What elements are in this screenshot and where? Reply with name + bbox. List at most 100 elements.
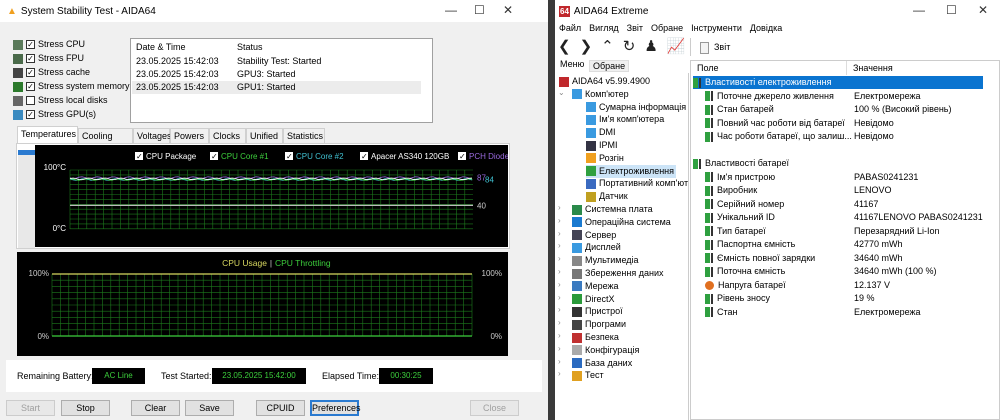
report-button[interactable]: Звіт <box>700 40 730 54</box>
menu-item[interactable]: Обране <box>651 23 683 37</box>
chevron-down-icon[interactable]: ⌄ <box>558 88 565 97</box>
detail-row[interactable]: Стан Електромережа <box>705 306 995 319</box>
stress-option[interactable]: ✓ Stress FPU <box>13 52 84 65</box>
tab-clocks[interactable]: Clocks <box>209 128 246 143</box>
chevron-right-icon[interactable]: › <box>558 369 561 378</box>
detail-row[interactable]: Повний час роботи від батареї Невідомо <box>705 117 995 130</box>
tab-powers[interactable]: Powers <box>170 128 209 143</box>
stress-option[interactable]: ✓ Stress cache <box>13 66 90 79</box>
detail-row[interactable]: Час роботи батареї, що залиш... Невідомо <box>705 130 995 143</box>
tree-item[interactable]: Мультимедіа <box>572 254 639 267</box>
stress-option[interactable]: ✓ Stress system memory <box>13 80 130 93</box>
tree-item[interactable]: Операційна система <box>572 216 671 229</box>
tree-item[interactable]: Тест <box>572 369 604 382</box>
chevron-right-icon[interactable]: › <box>558 344 561 353</box>
chevron-right-icon[interactable]: › <box>558 254 561 263</box>
tree-item[interactable]: Електроживлення <box>586 164 677 178</box>
tab-statistics[interactable]: Statistics <box>283 128 325 143</box>
stress-option[interactable]: Stress local disks <box>13 94 108 107</box>
checkbox[interactable]: ✓ <box>26 110 35 120</box>
chart-icon[interactable]: 📈 <box>667 38 686 56</box>
tree-item[interactable]: Пристрої <box>572 305 623 318</box>
checkbox[interactable]: ✓ <box>26 54 35 64</box>
close-button[interactable]: ✕ <box>978 3 988 17</box>
checkbox[interactable]: ✓ <box>26 40 35 50</box>
tab-cooling-fans[interactable]: Cooling Fans <box>78 128 133 156</box>
chevron-right-icon[interactable]: › <box>558 203 561 212</box>
detail-row[interactable]: Унікальний ID 41167LENOVO PABAS0241231 <box>705 211 995 224</box>
detail-row[interactable]: Паспортна ємність 42770 mWh <box>705 238 995 251</box>
cpuid-button[interactable]: CPUID <box>256 400 305 416</box>
checkbox[interactable]: ✓ <box>26 82 35 92</box>
tree-item[interactable]: Мережа <box>572 280 619 293</box>
tree-item[interactable]: Портативний комп'ют <box>586 177 688 190</box>
stop-button[interactable]: Stop <box>61 400 110 416</box>
chevron-right-icon[interactable]: › <box>558 318 561 327</box>
detail-row[interactable]: Тип батареї Перезарядний Li-Ion <box>705 225 995 238</box>
tab-favorites[interactable]: Обране <box>589 60 630 72</box>
back-icon[interactable]: ❮ <box>558 38 571 56</box>
tree-item[interactable]: Сервер <box>572 229 616 242</box>
detail-row[interactable]: Поточне джерело живлення Електромережа <box>705 90 995 103</box>
tree-item[interactable]: Програми <box>572 318 626 331</box>
tree-item[interactable]: Збереження даних <box>572 267 664 280</box>
forward-icon[interactable]: ❯ <box>580 38 593 56</box>
preferences-button[interactable]: Preferences <box>310 400 361 416</box>
detail-row[interactable]: Поточна ємність 34640 mWh (100 %) <box>705 265 995 278</box>
detail-row[interactable]: Виробник LENOVO <box>705 184 995 197</box>
close-button[interactable]: ✕ <box>503 3 513 17</box>
chevron-right-icon[interactable]: › <box>558 293 561 302</box>
chevron-right-icon[interactable]: › <box>558 229 561 238</box>
start-button[interactable]: Start <box>6 400 55 416</box>
menu-item[interactable]: Інструменти <box>691 23 742 37</box>
menu-item[interactable]: Вигляд <box>589 23 619 37</box>
tab-unified[interactable]: Unified <box>246 128 283 143</box>
log-row[interactable]: 23.05.2025 15:42:03 GPU1: Started <box>132 81 421 94</box>
menu-item[interactable]: Довідка <box>750 23 782 37</box>
checkbox[interactable] <box>26 96 35 106</box>
tree-item[interactable]: Безпека <box>572 331 619 344</box>
maximize-button[interactable]: ☐ <box>474 3 485 17</box>
close-dialog-button[interactable]: Close <box>470 400 519 416</box>
tree-item[interactable]: DirectX <box>572 293 615 306</box>
tree-item[interactable]: Конфігурація <box>572 344 639 357</box>
checkbox[interactable]: ✓ <box>26 68 35 78</box>
chevron-right-icon[interactable]: › <box>558 305 561 314</box>
menu-item[interactable]: Звіт <box>627 23 643 37</box>
tree-item[interactable]: IPMI <box>586 139 618 152</box>
tree-item[interactable]: DMI <box>586 126 616 139</box>
tree-item[interactable]: База даних <box>572 357 632 370</box>
stress-option[interactable]: ✓ Stress GPU(s) <box>13 108 96 121</box>
chevron-right-icon[interactable]: › <box>558 280 561 289</box>
tab-menu[interactable]: Меню <box>558 59 586 69</box>
chevron-right-icon[interactable]: › <box>558 216 561 225</box>
tree-item[interactable]: Системна плата <box>572 203 653 216</box>
tab-temperatures[interactable]: Temperatures <box>17 126 78 143</box>
menu-item[interactable]: Файл <box>559 23 581 37</box>
group-header[interactable]: Властивості електроживлення <box>693 76 983 89</box>
tree-item[interactable]: Сумарна інформація <box>586 101 686 114</box>
tree-item[interactable]: Ім'я комп'ютера <box>586 113 664 126</box>
tree-item[interactable]: Датчик <box>586 190 628 203</box>
tree-item[interactable]: Дисплей <box>572 241 621 254</box>
detail-row[interactable]: Ємність повної зарядки 34640 mWh <box>705 252 995 265</box>
detail-row[interactable]: Напруга батареї 12.137 V <box>705 279 995 292</box>
minimize-button[interactable]: — <box>445 3 457 17</box>
detail-row[interactable]: Рівень зносу 19 % <box>705 292 995 305</box>
minimize-button[interactable]: — <box>913 3 925 17</box>
detail-row[interactable]: Серійний номер 41167 <box>705 198 995 211</box>
chevron-right-icon[interactable]: › <box>558 267 561 276</box>
chevron-right-icon[interactable]: › <box>558 331 561 340</box>
column-value[interactable]: Значення <box>853 62 893 75</box>
chevron-right-icon[interactable]: › <box>558 357 561 366</box>
maximize-button[interactable]: ☐ <box>946 3 957 17</box>
clear-button[interactable]: Clear <box>131 400 180 416</box>
detail-row[interactable]: Ім'я пристрою PABAS0241231 <box>705 171 995 184</box>
save-button[interactable]: Save <box>185 400 234 416</box>
group-header[interactable]: Властивості батареї <box>693 157 789 170</box>
detail-row[interactable]: Стан батарей 100 % (Високий рівень) <box>705 103 995 116</box>
tree-item[interactable]: AIDA64 v5.99.4900 <box>559 75 650 88</box>
chevron-right-icon[interactable]: › <box>558 241 561 250</box>
user-icon[interactable]: ♟ <box>644 38 657 56</box>
log-row[interactable]: 23.05.2025 15:42:03 Stability Test: Start… <box>132 55 421 68</box>
